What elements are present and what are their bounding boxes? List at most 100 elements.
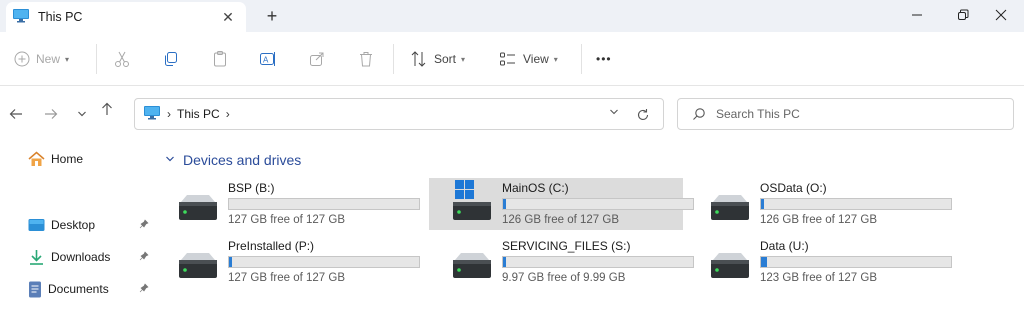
- drive-icon: [709, 250, 751, 280]
- close-icon: [995, 9, 1007, 21]
- file-list: Devices and drives BSP (B:) 127 GB free o…: [155, 142, 1024, 311]
- separator: [581, 44, 582, 74]
- view-icon: [500, 52, 515, 66]
- drive-name: SERVICING_FILES (S:): [502, 239, 631, 253]
- trash-icon: [360, 52, 372, 67]
- search-box[interactable]: [677, 98, 1014, 130]
- command-bar: New ▾ A Sort ▾ View ▾ •••: [0, 32, 1024, 86]
- pin-icon[interactable]: [139, 282, 149, 296]
- copy-button[interactable]: [162, 46, 180, 72]
- paste-button[interactable]: [211, 46, 229, 72]
- more-options-button[interactable]: •••: [596, 46, 612, 72]
- drive-usage-bar: [760, 198, 952, 210]
- cut-button[interactable]: [113, 46, 131, 72]
- drive-icon: [177, 250, 219, 280]
- sort-button[interactable]: Sort ▾: [410, 46, 465, 72]
- drive-item[interactable]: BSP (B:) 127 GB free of 127 GB: [155, 178, 420, 230]
- sidebar-item-label: Downloads: [51, 250, 111, 264]
- forward-button[interactable]: [41, 104, 61, 124]
- refresh-icon[interactable]: [633, 105, 653, 125]
- sidebar-item-documents[interactable]: Documents: [28, 278, 153, 300]
- drive-free-space: 9.97 GB free of 9.99 GB: [502, 272, 626, 284]
- rename-button[interactable]: A: [259, 46, 277, 72]
- drive-free-space: 126 GB free of 127 GB: [760, 214, 877, 226]
- home-icon: [28, 151, 45, 166]
- drive-free-space: 127 GB free of 127 GB: [228, 272, 345, 284]
- drive-item[interactable]: PreInstalled (P:) 127 GB free of 127 GB: [155, 236, 420, 288]
- sort-label: Sort: [434, 52, 457, 66]
- minimize-button[interactable]: [894, 0, 940, 30]
- chevron-down-icon: ▾: [461, 54, 466, 64]
- share-icon: [310, 52, 324, 66]
- new-tab-button[interactable]: +: [260, 4, 284, 28]
- drive-usage-fill: [761, 257, 767, 267]
- new-label: New: [36, 52, 61, 66]
- search-input[interactable]: [716, 107, 1006, 121]
- restore-icon: [958, 9, 969, 20]
- chevron-down-icon: ▾: [553, 54, 558, 64]
- arrow-right-icon: [45, 109, 58, 119]
- drive-name: PreInstalled (P:): [228, 239, 315, 253]
- documents-icon: [29, 281, 41, 297]
- title-bar: This PC ✕ +: [0, 0, 1024, 32]
- sort-icon: [411, 51, 426, 67]
- separator: [393, 44, 394, 74]
- search-icon: [693, 108, 705, 120]
- drive-name: MainOS (C:): [502, 181, 569, 195]
- windows-drive-icon: [451, 180, 493, 222]
- drive-item[interactable]: OSData (O:) 126 GB free of 127 GB: [687, 178, 952, 230]
- drive-free-space: 126 GB free of 127 GB: [502, 214, 619, 226]
- drive-usage-bar: [228, 256, 420, 268]
- desktop-folder-icon: [28, 219, 45, 231]
- scissors-icon: [115, 51, 129, 67]
- arrow-left-icon: [9, 109, 22, 119]
- recent-locations-button[interactable]: [72, 104, 92, 124]
- sidebar-item-label: Documents: [48, 282, 109, 296]
- close-window-button[interactable]: [978, 0, 1024, 30]
- up-button[interactable]: [97, 99, 117, 119]
- chevron-down-icon: [78, 111, 86, 117]
- view-button[interactable]: View ▾: [499, 46, 558, 72]
- delete-button[interactable]: [357, 46, 375, 72]
- download-icon: [30, 250, 43, 265]
- minimize-icon: [912, 14, 922, 16]
- breadcrumb-this-pc[interactable]: This PC: [177, 107, 220, 121]
- navigation-row: › This PC ›: [0, 86, 1024, 142]
- sidebar-item-label: Home: [51, 152, 84, 166]
- drive-usage-bar: [760, 256, 952, 268]
- pin-icon[interactable]: [139, 218, 149, 232]
- drive-name: OSData (O:): [760, 181, 827, 195]
- chevron-down-icon: ▾: [65, 54, 70, 64]
- drive-item[interactable]: MainOS (C:) 126 GB free of 127 GB: [429, 178, 694, 230]
- breadcrumb-separator[interactable]: ›: [167, 107, 171, 121]
- address-bar[interactable]: › This PC ›: [134, 98, 664, 130]
- svg-text:A: A: [263, 56, 269, 65]
- share-button[interactable]: [308, 46, 326, 72]
- breadcrumb-separator[interactable]: ›: [226, 107, 230, 121]
- back-button[interactable]: [6, 104, 26, 124]
- new-button[interactable]: New ▾: [14, 46, 69, 72]
- drive-icon: [177, 192, 219, 222]
- tab-this-pc[interactable]: This PC ✕: [6, 2, 246, 32]
- plus-circle-icon: [14, 51, 30, 67]
- sidebar-item-home[interactable]: Home: [28, 148, 153, 170]
- pin-icon[interactable]: [139, 250, 149, 264]
- divider: [0, 190, 155, 191]
- drive-usage-fill: [503, 199, 506, 209]
- drive-name: Data (U:): [760, 239, 809, 253]
- sidebar-item-label: Desktop: [51, 218, 96, 232]
- drive-usage-fill: [503, 257, 506, 267]
- separator: [96, 44, 97, 74]
- clipboard-icon: [214, 51, 226, 67]
- sidebar-item-downloads[interactable]: Downloads: [28, 246, 153, 268]
- drive-usage-fill: [761, 199, 764, 209]
- group-header[interactable]: Devices and drives: [165, 152, 301, 168]
- close-tab-icon[interactable]: ✕: [218, 7, 238, 27]
- address-history-chevron-icon[interactable]: [609, 107, 619, 119]
- drive-item[interactable]: Data (U:) 123 GB free of 127 GB: [687, 236, 952, 288]
- drive-free-space: 127 GB free of 127 GB: [228, 214, 345, 226]
- group-title: Devices and drives: [183, 152, 302, 168]
- drive-usage-bar: [228, 198, 420, 210]
- sidebar-item-desktop[interactable]: Desktop: [28, 214, 153, 236]
- drive-item[interactable]: SERVICING_FILES (S:) 9.97 GB free of 9.99…: [429, 236, 694, 288]
